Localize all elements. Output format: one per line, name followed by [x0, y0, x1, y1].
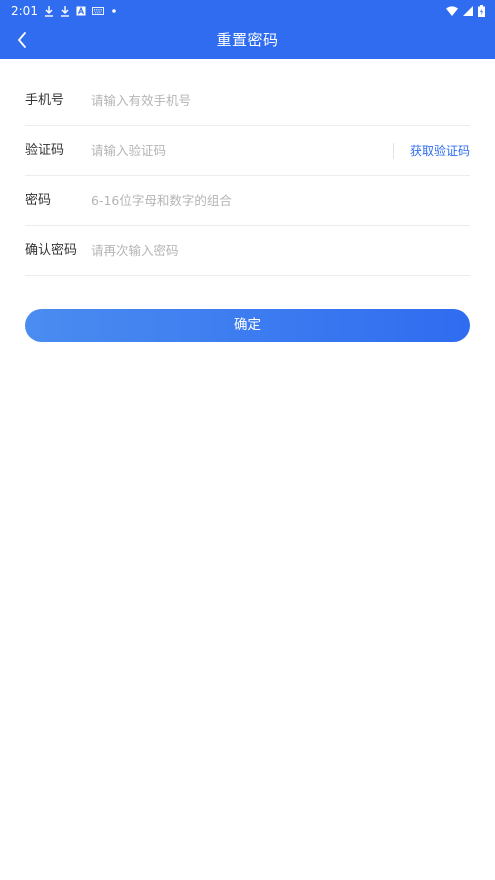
- wifi-icon: [446, 6, 458, 16]
- app-header: 2:01 重置密码: [0, 0, 495, 59]
- a-box-icon: [76, 6, 86, 16]
- phone-row: 手机号: [25, 76, 470, 126]
- status-time: 2:01: [11, 4, 38, 18]
- confirm-password-row: 确认密码: [25, 226, 470, 276]
- code-label: 验证码: [25, 142, 65, 158]
- password-input[interactable]: [91, 190, 470, 211]
- status-icons-right: [446, 3, 485, 19]
- status-bar: 2:01: [0, 0, 495, 22]
- dot-icon: [112, 9, 116, 13]
- code-input[interactable]: [91, 140, 393, 161]
- download-icon: [61, 6, 69, 17]
- code-row: 验证码 获取验证码: [25, 126, 470, 176]
- phone-input[interactable]: [91, 90, 470, 111]
- confirm-password-label: 确认密码: [25, 242, 78, 258]
- password-label: 密码: [25, 192, 52, 208]
- get-code-button[interactable]: 获取验证码: [410, 142, 470, 160]
- nav-bar: 重置密码: [0, 22, 495, 59]
- phone-label: 手机号: [25, 92, 65, 108]
- password-row: 密码: [25, 176, 470, 226]
- keyboard-icon: [92, 7, 104, 15]
- status-icons-left: [44, 3, 118, 19]
- signal-icon: [463, 6, 473, 16]
- page-title: 重置密码: [216, 31, 279, 49]
- confirm-button[interactable]: 确定: [25, 309, 470, 342]
- confirm-password-input[interactable]: [91, 240, 470, 261]
- code-divider: [392, 142, 394, 159]
- battery-icon: [478, 5, 485, 17]
- download-icon: [45, 6, 53, 17]
- reset-password-form: 手机号 验证码 获取验证码 密码 确认密码: [25, 76, 470, 276]
